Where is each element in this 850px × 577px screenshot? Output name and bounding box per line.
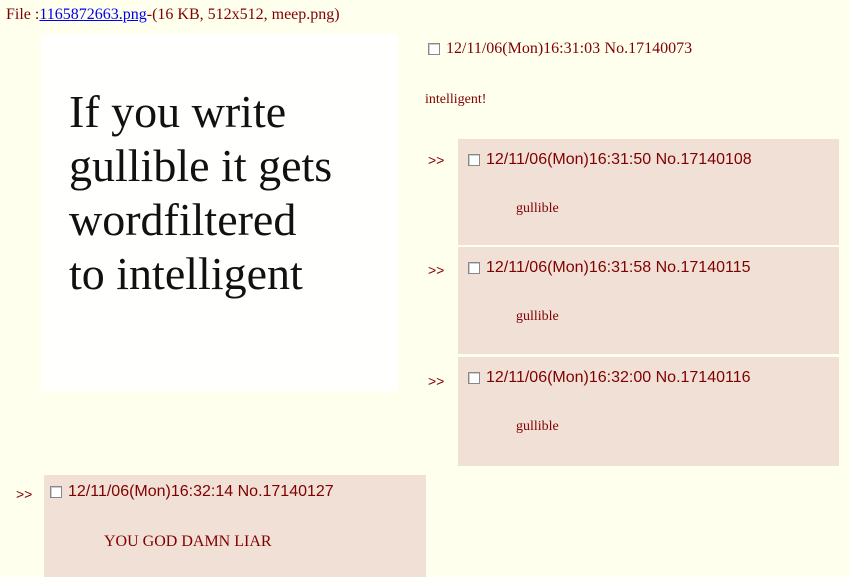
reply-header: 12/11/06(Mon)16:31:50 No.17140108 — [468, 151, 752, 169]
thumbnail-text: If you write gullible it gets wordfilter… — [69, 85, 332, 301]
reply-datetime: 12/11/06(Mon)16:32:14 — [68, 483, 234, 500]
reply-delete-checkbox[interactable] — [468, 261, 480, 274]
reply-arrow: >> — [428, 262, 445, 278]
reply-post: 12/11/06(Mon)16:31:50 No.17140108 gullib… — [458, 139, 839, 245]
file-info: File :1165872663.png-(16 KB, 512x512, me… — [6, 6, 340, 24]
reply-post-number[interactable]: No.17140108 — [656, 151, 752, 168]
reply-header: 12/11/06(Mon)16:32:00 No.17140116 — [468, 369, 751, 387]
reply-delete-checkbox[interactable] — [50, 485, 62, 498]
reply-post: 12/11/06(Mon)16:31:58 No.17140115 gullib… — [458, 247, 839, 354]
reply-header: 12/11/06(Mon)16:31:58 No.17140115 — [468, 259, 751, 277]
reply-delete-checkbox[interactable] — [468, 371, 480, 384]
reply-post-number[interactable]: No.17140116 — [656, 369, 751, 386]
reply-datetime: 12/11/06(Mon)16:32:00 — [486, 369, 652, 386]
thumbnail-line: wordfiltered — [69, 194, 297, 245]
reply-arrow: >> — [428, 152, 445, 168]
reply-body: gullible — [516, 201, 559, 216]
reply-header: 12/11/06(Mon)16:32:14 No.17140127 — [50, 483, 334, 501]
reply-datetime: 12/11/06(Mon)16:31:58 — [486, 259, 652, 276]
thumbnail-line: to intelligent — [69, 248, 303, 299]
reply-arrow: >> — [428, 373, 445, 389]
reply-datetime: 12/11/06(Mon)16:31:50 — [486, 151, 652, 168]
reply-body: YOU GOD DAMN LIAR — [104, 533, 272, 550]
reply-post-number[interactable]: No.17140115 — [656, 259, 751, 276]
op-post-header: 12/11/06(Mon)16:31:03 No.17140073 — [428, 40, 692, 58]
thumbnail-line: gullible it gets — [69, 140, 333, 191]
op-delete-checkbox[interactable] — [428, 42, 440, 55]
image-thumbnail[interactable]: If you write gullible it gets wordfilter… — [41, 34, 398, 391]
file-info-prefix: File : — [6, 6, 40, 23]
op-post-number[interactable]: No.17140073 — [605, 40, 693, 57]
op-post-body: intelligent! — [425, 92, 487, 107]
reply-post: 12/11/06(Mon)16:32:00 No.17140116 gullib… — [458, 357, 839, 466]
reply-arrow: >> — [16, 486, 33, 502]
reply-body: gullible — [516, 309, 559, 324]
reply-body: gullible — [516, 419, 559, 434]
file-link[interactable]: 1165872663.png — [39, 6, 146, 23]
reply-post: 12/11/06(Mon)16:32:14 No.17140127 YOU GO… — [44, 475, 426, 577]
file-info-details: -(16 KB, 512x512, meep.png) — [146, 6, 340, 23]
thumbnail-line: If you write — [69, 86, 287, 137]
op-datetime: 12/11/06(Mon)16:31:03 — [446, 40, 601, 57]
reply-delete-checkbox[interactable] — [468, 153, 480, 166]
reply-post-number[interactable]: No.17140127 — [238, 483, 334, 500]
